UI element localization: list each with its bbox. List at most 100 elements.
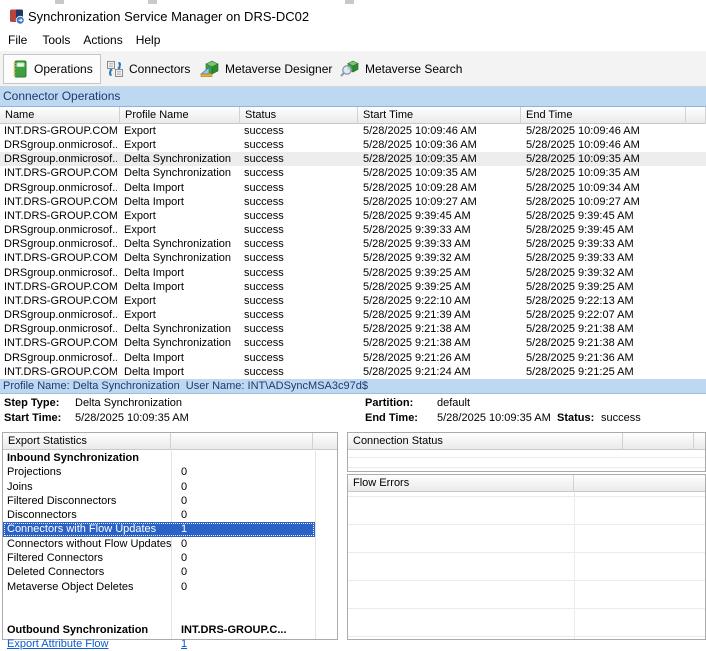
cell-end: 5/28/2025 9:39:25 AM (526, 280, 684, 294)
stat-link-value[interactable]: 1 (181, 637, 311, 651)
connection-status-gridline (348, 467, 705, 468)
stat-value: 0 (181, 537, 311, 551)
column-header-profile-name[interactable]: Profile Name (120, 107, 240, 124)
table-row[interactable]: INT.DRS-GROUP.COMExportsuccess5/28/2025 … (0, 294, 706, 308)
cell-start: 5/28/2025 9:21:24 AM (363, 365, 518, 379)
menu-item-actions[interactable]: Actions (83, 30, 122, 50)
stat-value: 1 (181, 522, 311, 536)
connectors-button[interactable]: Connectors (99, 54, 197, 84)
stat-row[interactable]: Metaverse Object Deletes0 (3, 580, 337, 594)
table-row[interactable]: INT.DRS-GROUP.COMDelta Synchronizationsu… (0, 166, 706, 180)
cell-end: 5/28/2025 9:22:07 AM (526, 308, 684, 322)
table-row[interactable]: INT.DRS-GROUP.COMDelta Synchronizationsu… (0, 251, 706, 265)
cell-end: 5/28/2025 10:09:34 AM (526, 181, 684, 195)
cell-start: 5/28/2025 10:09:28 AM (363, 181, 518, 195)
metaverse-designer-button[interactable]: Metaverse Designer (193, 54, 339, 84)
end-time-value: 5/28/2025 10:09:35 AM (437, 412, 551, 424)
stat-value: INT.DRS-GROUP.C... (181, 623, 311, 637)
stat-row[interactable]: Connectors without Flow Updates0 (3, 537, 337, 551)
table-row[interactable]: DRSgroup.onmicrosof...Delta Importsucces… (0, 266, 706, 280)
stat-row[interactable]: Connectors with Flow Updates1 (3, 522, 315, 536)
flow-errors-gridline (348, 496, 705, 497)
column-header-name[interactable]: Name (0, 107, 120, 124)
cell-profile: Delta Import (124, 280, 237, 294)
table-row[interactable]: DRSgroup.onmicrosof...Delta Importsucces… (0, 181, 706, 195)
cell-start: 5/28/2025 9:39:33 AM (363, 223, 518, 237)
table-row[interactable]: DRSgroup.onmicrosof...Exportsuccess5/28/… (0, 223, 706, 237)
stat-row[interactable]: Filtered Connectors0 (3, 551, 337, 565)
cell-end: 5/28/2025 9:39:33 AM (526, 237, 684, 251)
stat-row[interactable]: Filtered Disconnectors0 (3, 494, 337, 508)
sync-service-manager-window: { "window": { "title": "Synchronization … (0, 0, 706, 640)
stat-link-label[interactable]: Export Attribute Flow (7, 637, 171, 651)
cell-profile: Delta Synchronization (124, 152, 237, 166)
cell-start: 5/28/2025 9:21:26 AM (363, 351, 518, 365)
background-fragment-mark (345, 0, 354, 4)
menu-item-help[interactable]: Help (136, 30, 161, 50)
export-statistics-header-label[interactable]: Export Statistics (3, 433, 171, 450)
column-header-start-time[interactable]: Start Time (358, 107, 521, 124)
stat-row[interactable]: Export Attribute Flow 1 (3, 637, 337, 651)
stat-value: 0 (181, 565, 311, 579)
cell-status: success (244, 181, 354, 195)
stat-label: Metaverse Object Deletes (7, 580, 171, 594)
column-header-end-time[interactable]: End Time (521, 107, 686, 124)
stat-row[interactable]: Deleted Connectors0 (3, 565, 337, 579)
cell-start: 5/28/2025 10:09:35 AM (363, 166, 518, 180)
stat-label: Filtered Disconnectors (7, 494, 171, 508)
column-header-status[interactable]: Status (240, 107, 358, 124)
table-row[interactable]: DRSgroup.onmicrosof... Delta Synchronizat… (0, 152, 706, 166)
table-row[interactable]: INT.DRS-GROUP.COMDelta Synchronizationsu… (0, 336, 706, 350)
cell-name: DRSgroup.onmicrosof... (4, 308, 117, 322)
flow-errors-header-label[interactable]: Flow Errors (348, 475, 574, 492)
table-row[interactable]: INT.DRS-GROUP.COMDelta Importsuccess5/28… (0, 280, 706, 294)
table-row[interactable]: INT.DRS-GROUP.COMDelta Importsuccess5/28… (0, 195, 706, 209)
connection-status-header-label[interactable]: Connection Status (348, 433, 623, 450)
metaverse-search-button[interactable]: Metaverse Search (333, 54, 469, 84)
menu-item-tools[interactable]: Tools (42, 30, 70, 50)
table-row[interactable]: INT.DRS-GROUP.COMExportsuccess5/28/2025 … (0, 124, 706, 138)
cell-name: INT.DRS-GROUP.COM (4, 166, 117, 180)
table-row[interactable]: DRSgroup.onmicrosof...Delta Synchronizat… (0, 322, 706, 336)
cell-name: DRSgroup.onmicrosof... (4, 152, 117, 166)
end-time-label: End Time: (365, 412, 418, 424)
operations-button[interactable]: Operations (3, 54, 101, 84)
cell-profile: Delta Import (124, 195, 237, 209)
stat-row[interactable]: Projections0 (3, 465, 337, 479)
cell-start: 5/28/2025 10:09:46 AM (363, 124, 518, 138)
stat-value: 0 (181, 465, 311, 479)
cell-profile: Delta Import (124, 365, 237, 379)
export-statistics-body: Inbound SynchronizationProjections0Joins… (3, 451, 337, 639)
flow-errors-gridline (574, 492, 575, 639)
export-statistics-panel: Export Statistics Inbound Synchronizatio… (2, 432, 338, 640)
window-title: Synchronization Service Manager on DRS-D… (28, 9, 309, 24)
cell-name: DRSgroup.onmicrosof... (4, 181, 117, 195)
run-detail-info: Step Type: Delta Synchronization Partiti… (0, 394, 706, 432)
table-row[interactable]: DRSgroup.onmicrosof...Exportsuccess5/28/… (0, 308, 706, 322)
table-row[interactable]: DRSgroup.onmicrosof...Delta Synchronizat… (0, 237, 706, 251)
stat-row[interactable]: Joins0 (3, 480, 337, 494)
status-value: success (601, 412, 641, 424)
table-row[interactable]: DRSgroup.onmicrosof...Delta Importsucces… (0, 351, 706, 365)
stat-row[interactable]: Outbound SynchronizationINT.DRS-GROUP.C.… (3, 623, 337, 637)
table-row[interactable]: DRSgroup.onmicrosof...Exportsuccess5/28/… (0, 138, 706, 152)
start-time-value: 5/28/2025 10:09:35 AM (75, 412, 189, 424)
cell-name: DRSgroup.onmicrosof... (4, 266, 117, 280)
connection-status-header-spacer (694, 433, 706, 450)
cell-status: success (244, 138, 354, 152)
cell-end: 5/28/2025 9:39:33 AM (526, 251, 684, 265)
menu-item-file[interactable]: File (8, 30, 27, 50)
cell-name: INT.DRS-GROUP.COM (4, 195, 117, 209)
operations-table-header: Name Profile Name Status Start Time End … (0, 107, 706, 124)
connection-status-panel: Connection Status (347, 432, 706, 472)
stat-row[interactable]: Disconnectors0 (3, 508, 337, 522)
table-row[interactable]: INT.DRS-GROUP.COMExportsuccess5/28/2025 … (0, 209, 706, 223)
table-row[interactable]: INT.DRS-GROUP.COMDelta Importsuccess5/28… (0, 365, 706, 379)
cell-end: 5/28/2025 9:22:13 AM (526, 294, 684, 308)
stat-row[interactable]: Inbound Synchronization (3, 451, 337, 465)
cell-status: success (244, 308, 354, 322)
toolbar: Operations Connectors Metaverse Designer (0, 51, 706, 87)
cell-status: success (244, 336, 354, 350)
flow-errors-gridline (348, 552, 705, 553)
operations-icon (11, 60, 29, 78)
